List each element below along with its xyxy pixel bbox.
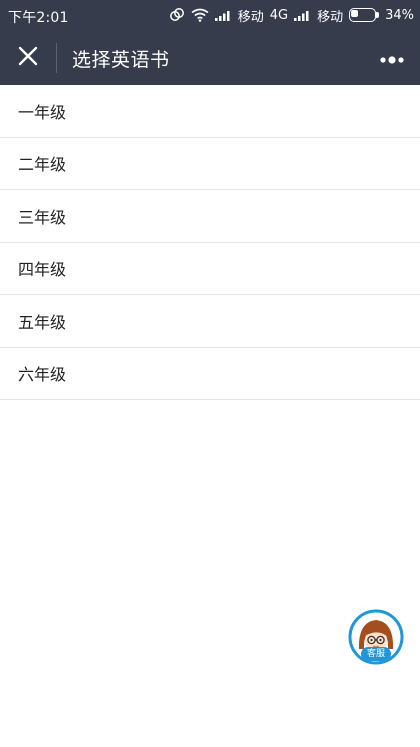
- nav-divider: [56, 43, 57, 73]
- hotspot-icon: [169, 7, 185, 23]
- list-item[interactable]: 一年级: [0, 85, 420, 138]
- grade-list: 一年级二年级三年级四年级五年级六年级: [0, 85, 420, 400]
- battery-percent: 34%: [385, 7, 414, 23]
- list-item[interactable]: 三年级: [0, 190, 420, 243]
- customer-service-label: 客服: [361, 647, 391, 661]
- grade-label: 五年级: [18, 312, 67, 332]
- page-title: 选择英语书: [72, 49, 170, 71]
- list-item[interactable]: 五年级: [0, 295, 420, 348]
- status-time: 下午2:01: [8, 10, 69, 26]
- network-type: 4G: [269, 7, 289, 23]
- customer-service-button[interactable]: 客服: [348, 609, 404, 665]
- status-icons: 移动 4G 移动 34%: [169, 5, 414, 25]
- grade-label: 一年级: [18, 102, 67, 122]
- list-item[interactable]: 二年级: [0, 138, 420, 190]
- signal-icon-2: [294, 9, 311, 21]
- close-button[interactable]: [12, 43, 44, 73]
- carrier-1: 移动: [237, 9, 264, 25]
- top-bar: 下午2:01 移动 4G 移动 34% 选择英语书: [0, 0, 420, 85]
- grade-label: 三年级: [18, 207, 67, 227]
- more-dots-icon: [379, 49, 405, 68]
- grade-label: 六年级: [18, 365, 67, 385]
- signal-icon-1: [214, 9, 232, 21]
- wifi-icon: [191, 8, 209, 22]
- grade-label: 二年级: [18, 155, 67, 175]
- status-bar: 下午2:01 移动 4G 移动 34%: [0, 0, 420, 31]
- nav-bar: 选择英语书: [0, 31, 420, 85]
- battery-icon: [349, 8, 380, 22]
- battery-fill: [351, 10, 359, 17]
- more-button[interactable]: [376, 44, 408, 72]
- list-item[interactable]: 四年级: [0, 243, 420, 295]
- carrier-2: 移动: [317, 9, 344, 25]
- screen: 下午2:01 移动 4G 移动 34% 选择英语书 一年级 二年级 三年级 四年…: [0, 0, 420, 747]
- grade-label: 四年级: [18, 260, 67, 280]
- close-icon: [17, 45, 39, 71]
- list-item[interactable]: 六年级: [0, 348, 420, 400]
